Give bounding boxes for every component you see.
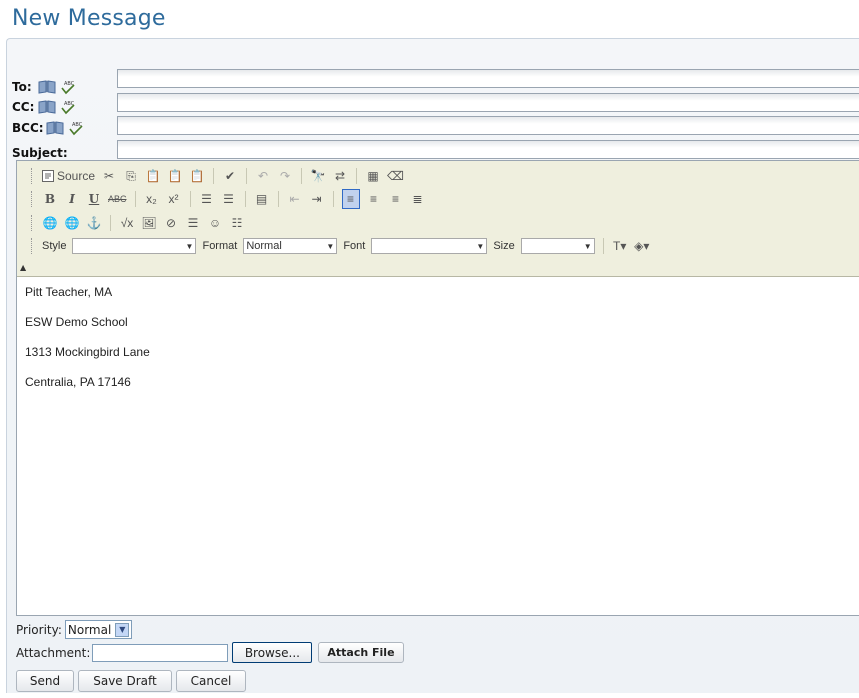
decrease-indent-icon[interactable]: ⇤: [287, 190, 303, 208]
rich-text-editor: Source ✂ ⎘ 📋 📋 📋 ✔ ↶ ↷ 🔭 ⇄ ▦ ⌫ B I U ABC: [16, 160, 859, 616]
cut-icon[interactable]: ✂: [101, 167, 117, 185]
toolbar-row-1: Source ✂ ⎘ 📋 📋 📋 ✔ ↶ ↷ 🔭 ⇄ ▦ ⌫: [31, 165, 404, 187]
paste-icon[interactable]: 📋: [145, 167, 161, 185]
toolbar-row-2: B I U ABC x₂ x² ☰ ☰ ▤ ⇤ ⇥ ≡ ≡ ≡ ≣: [31, 188, 426, 210]
chevron-down-icon: ▼: [115, 622, 130, 637]
redo-icon[interactable]: ↷: [277, 167, 293, 185]
attachment-path-input[interactable]: [92, 643, 229, 662]
font-select[interactable]: ▼: [371, 238, 488, 254]
priority-select[interactable]: Normal ▼: [64, 620, 133, 639]
undo-icon[interactable]: ↶: [255, 167, 271, 185]
horizontal-rule-icon[interactable]: ☰: [185, 214, 201, 232]
toolbar-row-4: Style ▼ Format Normal ▼ Font ▼ Size ▼ T▾ …: [31, 235, 650, 257]
spell-check-toolbar-icon[interactable]: ✔: [222, 167, 238, 185]
cc-label: CC:: [12, 100, 35, 114]
remove-format-icon[interactable]: ⌫: [387, 167, 404, 185]
priority-row: Priority: Normal ▼: [16, 620, 133, 639]
link-icon[interactable]: 🌐: [42, 214, 58, 232]
address-book-icon[interactable]: [38, 100, 56, 114]
attachment-row: Attachment: Browse... Attach File: [16, 642, 404, 663]
size-select[interactable]: ▼: [520, 238, 595, 254]
image-icon[interactable]: 🖼: [141, 214, 157, 232]
toolbar-row-3: 🌐 🌐 ⚓ √x 🖼 ⊘ ☰ ☺ ☷: [31, 212, 245, 234]
message-body[interactable]: Pitt Teacher, MA ESW Demo School 1313 Mo…: [25, 277, 150, 397]
align-center-icon[interactable]: ≡: [366, 190, 382, 208]
editor-toolbar: Source ✂ ⎘ 📋 📋 📋 ✔ ↶ ↷ 🔭 ⇄ ▦ ⌫ B I U ABC: [17, 161, 859, 277]
increase-indent-icon[interactable]: ⇥: [309, 190, 325, 208]
paste-text-icon[interactable]: 📋: [167, 167, 183, 185]
page-title: New Message: [12, 6, 166, 31]
find-icon[interactable]: 🔭: [310, 167, 326, 185]
style-select[interactable]: ▼: [72, 238, 197, 254]
background-color-icon[interactable]: ◈▾: [634, 237, 650, 255]
formula-icon[interactable]: √x: [119, 214, 135, 232]
subject-field[interactable]: [117, 140, 859, 159]
spell-check-icon[interactable]: ABC: [60, 99, 76, 115]
replace-icon[interactable]: ⇄: [332, 167, 348, 185]
anchor-icon[interactable]: ⚓: [86, 214, 102, 232]
strikethrough-icon[interactable]: ABC: [108, 190, 127, 208]
action-row: Send Save Draft Cancel: [16, 670, 246, 692]
source-label: Source: [57, 169, 96, 183]
align-left-icon[interactable]: ≡: [341, 189, 360, 209]
superscript-icon[interactable]: x²: [166, 190, 182, 208]
cc-row: CC: ABC: [12, 97, 76, 117]
send-button[interactable]: Send: [16, 670, 74, 692]
to-label: To:: [12, 80, 32, 94]
italic-icon[interactable]: I: [64, 190, 80, 208]
unlink-icon[interactable]: 🌐: [64, 214, 80, 232]
format-label: Format: [202, 240, 238, 252]
spell-check-icon[interactable]: ABC: [60, 79, 76, 95]
attachment-label: Attachment:: [16, 645, 91, 660]
body-line: ESW Demo School: [25, 315, 128, 329]
cancel-button[interactable]: Cancel: [176, 670, 246, 692]
collapse-toolbar-icon[interactable]: ▲: [20, 263, 26, 272]
to-field[interactable]: [117, 69, 859, 88]
bold-icon[interactable]: B: [42, 190, 58, 208]
save-draft-button[interactable]: Save Draft: [78, 670, 172, 692]
source-button[interactable]: Source: [42, 167, 95, 185]
body-line: 1313 Mockingbird Lane: [25, 345, 150, 359]
flash-icon[interactable]: ⊘: [163, 214, 179, 232]
align-right-icon[interactable]: ≡: [388, 190, 404, 208]
body-line: Pitt Teacher, MA: [25, 285, 113, 299]
subject-label: Subject:: [12, 146, 68, 160]
bulleted-list-icon[interactable]: ☰: [221, 190, 237, 208]
spell-check-icon[interactable]: ABC: [68, 120, 84, 136]
to-row: To: ABC: [12, 77, 76, 97]
body-line: Centralia, PA 17146: [25, 375, 131, 389]
paste-word-icon[interactable]: 📋: [189, 167, 205, 185]
subscript-icon[interactable]: x₂: [144, 190, 160, 208]
attach-file-button[interactable]: Attach File: [318, 642, 404, 663]
font-label: Font: [343, 240, 366, 252]
bcc-row: BCC: ABC: [12, 118, 84, 138]
select-all-icon[interactable]: ▦: [365, 167, 381, 185]
address-book-icon[interactable]: [38, 80, 56, 94]
cc-field[interactable]: [117, 93, 859, 112]
numbered-list-icon[interactable]: ☰: [199, 190, 215, 208]
bcc-field[interactable]: [117, 116, 859, 135]
format-select[interactable]: Normal ▼: [243, 238, 338, 254]
address-book-icon[interactable]: [46, 121, 64, 135]
text-color-icon[interactable]: T▾: [612, 237, 628, 255]
source-icon: [42, 170, 54, 182]
smiley-icon[interactable]: ☺: [207, 214, 223, 232]
page-break-icon[interactable]: ☷: [229, 214, 245, 232]
browse-button[interactable]: Browse...: [232, 642, 313, 663]
bcc-label: BCC:: [12, 121, 44, 135]
table-icon[interactable]: ▤: [254, 190, 270, 208]
style-label: Style: [42, 240, 67, 252]
underline-icon[interactable]: U: [86, 190, 102, 208]
size-label: Size: [493, 240, 515, 252]
priority-label: Priority:: [16, 622, 62, 637]
copy-icon[interactable]: ⎘: [123, 167, 139, 185]
align-justify-icon[interactable]: ≣: [410, 190, 426, 208]
